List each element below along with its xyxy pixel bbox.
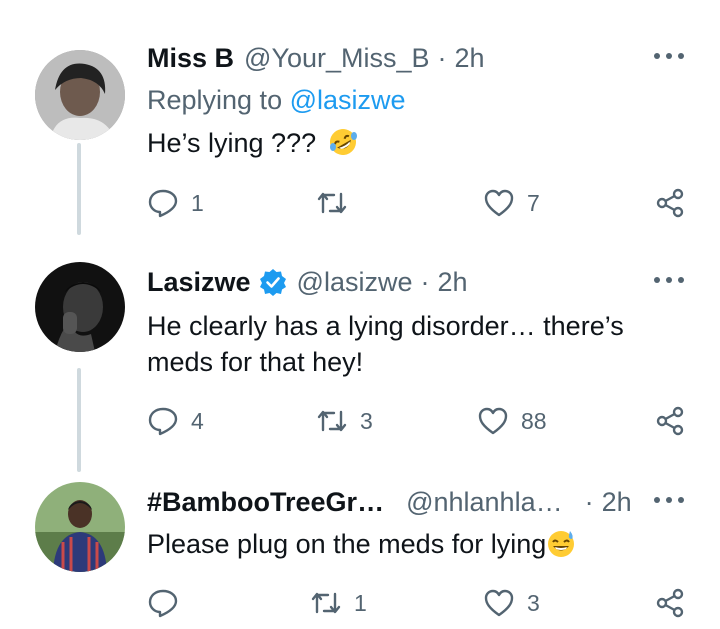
- grinning-sweat-emoji-icon: [548, 531, 575, 557]
- user-handle[interactable]: @nhlanhla…: [406, 487, 563, 518]
- like-button[interactable]: 3: [483, 583, 540, 623]
- tweet-3[interactable]: #BambooTreeGr… @nhlanhla… · 2h Please pl…: [0, 482, 720, 629]
- reply-button[interactable]: 4: [147, 401, 204, 441]
- more-icon[interactable]: [651, 270, 687, 290]
- retweet-button[interactable]: 3: [316, 401, 373, 441]
- tweet-header: #BambooTreeGr… @nhlanhla… · 2h: [147, 482, 632, 522]
- display-name[interactable]: Miss B: [147, 43, 234, 74]
- share-button[interactable]: [654, 183, 686, 223]
- avatar[interactable]: [35, 482, 125, 572]
- rolling-laughing-emoji-icon: [329, 129, 357, 155]
- retweet-icon: [317, 192, 347, 214]
- share-button[interactable]: [654, 401, 686, 441]
- tweet-text-line: He clearly has a lying disorder… there’s: [147, 311, 624, 341]
- reply-icon: [148, 589, 178, 618]
- replying-to-label: Replying to: [147, 85, 283, 115]
- display-name[interactable]: Lasizwe: [147, 267, 251, 298]
- reply-icon: [148, 407, 178, 436]
- timestamp[interactable]: 2h: [455, 43, 485, 74]
- like-count: 7: [527, 189, 540, 216]
- like-count: 88: [521, 407, 547, 434]
- retweet-button[interactable]: 1: [310, 583, 367, 623]
- more-icon[interactable]: [651, 490, 687, 510]
- tweet-text: He clearly has a lying disorder… there’s…: [147, 308, 624, 380]
- tweet-header: Miss B @Your_Miss_B · 2h: [147, 38, 485, 78]
- retweet-count: 3: [360, 407, 373, 434]
- share-button[interactable]: [654, 583, 686, 623]
- display-name[interactable]: #BambooTreeGr…: [147, 487, 384, 518]
- like-count: 3: [527, 589, 540, 616]
- avatar[interactable]: [35, 50, 125, 140]
- separator-dot: ·: [437, 42, 447, 73]
- separator-dot: ·: [584, 486, 594, 517]
- mention-link[interactable]: @lasizwe: [290, 85, 406, 115]
- like-icon: [478, 407, 508, 435]
- tweet-2[interactable]: Lasizwe @lasizwe · 2h He clearly has a l…: [0, 262, 720, 472]
- tweet-text: Please plug on the meds for lying: [147, 526, 576, 562]
- retweet-count: 1: [354, 589, 367, 616]
- verified-icon: [259, 269, 286, 296]
- like-icon: [484, 589, 514, 617]
- tweet-actions: 1 7: [0, 183, 720, 223]
- tweet-1[interactable]: Miss B @Your_Miss_B · 2h Replying to @la…: [0, 38, 720, 235]
- like-icon: [484, 189, 514, 217]
- share-icon: [656, 588, 684, 618]
- more-icon[interactable]: [651, 46, 687, 66]
- user-handle[interactable]: @Your_Miss_B: [244, 43, 430, 74]
- tweet-header: Lasizwe @lasizwe · 2h: [147, 262, 468, 302]
- reply-count: 1: [191, 189, 204, 216]
- user-handle[interactable]: @lasizwe: [297, 267, 413, 298]
- share-icon: [656, 406, 684, 436]
- share-icon: [656, 188, 684, 218]
- timestamp[interactable]: 2h: [602, 487, 632, 518]
- separator-dot: ·: [420, 266, 430, 297]
- like-button[interactable]: 7: [483, 183, 540, 223]
- tweet-actions: 4 3 88: [0, 401, 720, 441]
- avatar[interactable]: [35, 262, 125, 352]
- retweet-button[interactable]: [316, 183, 360, 223]
- timestamp[interactable]: 2h: [437, 267, 467, 298]
- tweet-text-content: He’s lying ???: [147, 128, 317, 158]
- reply-context: Replying to @lasizwe: [147, 82, 406, 118]
- reply-button[interactable]: 1: [147, 183, 204, 223]
- retweet-icon: [311, 592, 341, 614]
- tweet-text-content: Please plug on the meds for lying: [147, 529, 547, 559]
- reply-icon: [148, 189, 178, 218]
- tweet-text-line: meds for that hey!: [147, 347, 364, 377]
- tweet-actions: 1 3: [0, 583, 720, 623]
- like-button[interactable]: 88: [477, 401, 547, 441]
- reply-button[interactable]: [147, 583, 191, 623]
- tweet-text: He’s lying ???: [147, 125, 358, 161]
- retweet-icon: [317, 410, 347, 432]
- reply-count: 4: [191, 407, 204, 434]
